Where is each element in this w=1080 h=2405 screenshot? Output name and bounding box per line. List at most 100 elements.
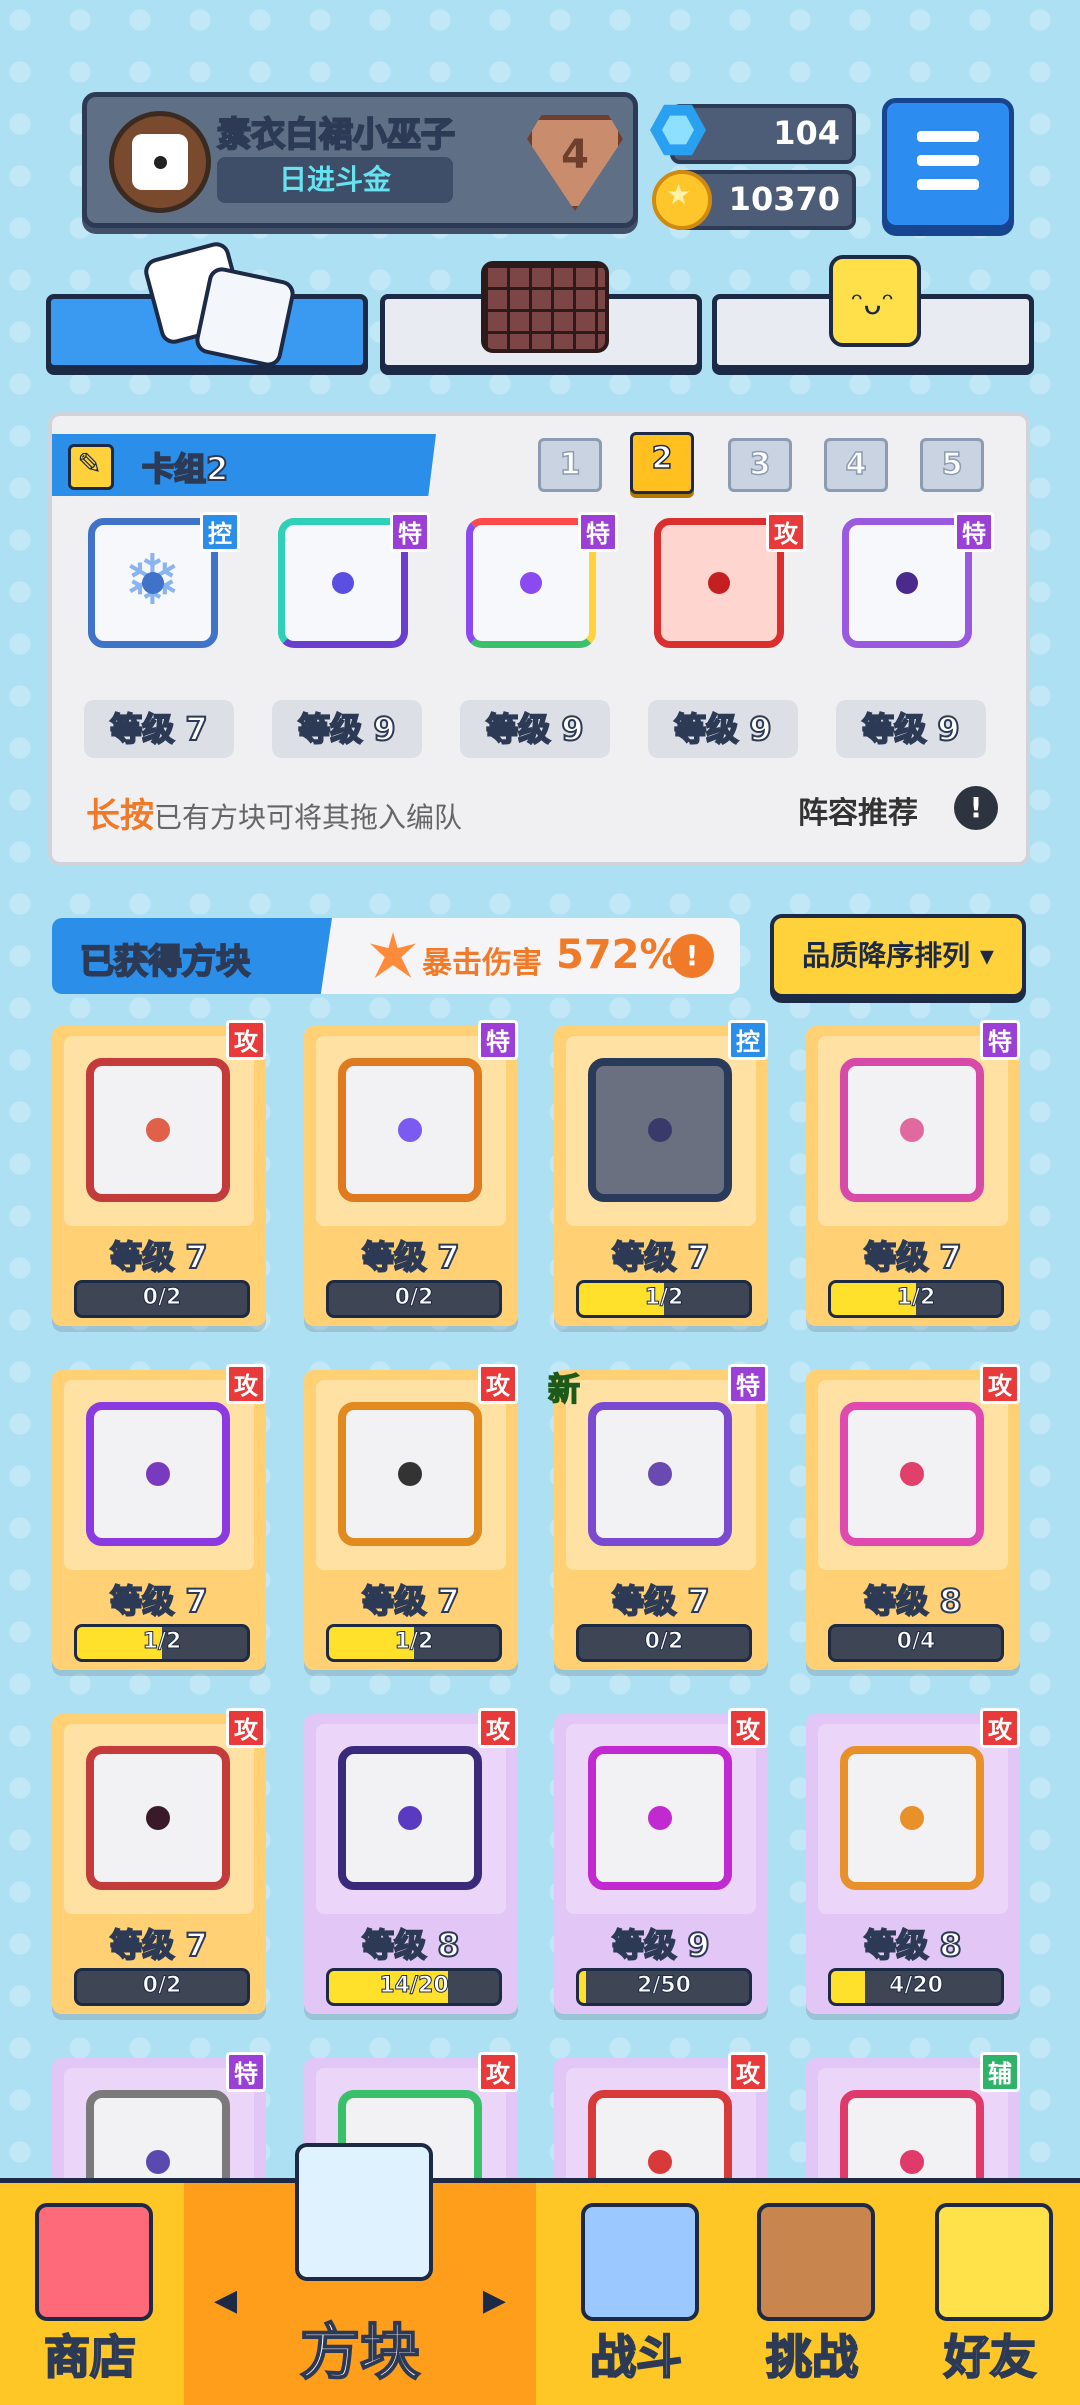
dice-card[interactable]: 特 新等级 7 0/2: [547, 1364, 768, 1670]
tab-skin[interactable]: ᵔᴗᵔ: [712, 255, 1034, 370]
deck-title: 卡组2: [141, 449, 229, 489]
nav-battle[interactable]: 战斗: [548, 2183, 724, 2405]
type-badge: 特: [390, 512, 430, 552]
new-tag: 新: [547, 1369, 581, 1409]
gem-counter: 104: [650, 104, 856, 164]
smiley-icon: ᵔᴗᵔ: [829, 255, 921, 347]
avatar[interactable]: [109, 111, 211, 213]
upgrade-progress-bar: 1/2: [326, 1624, 502, 1662]
dice-card[interactable]: 攻等级 7 1/2: [52, 1364, 266, 1670]
exclamation-icon[interactable]: !: [954, 786, 998, 830]
type-badge: 攻: [478, 1364, 518, 1404]
card-level: 等级 8: [863, 1581, 962, 1621]
type-badge: 攻: [728, 1708, 768, 1748]
progress-text: 0/2: [142, 1973, 182, 1999]
card-level: 等级 7: [611, 1237, 710, 1277]
deck-tab-2[interactable]: 2: [630, 432, 694, 494]
deck-tab-4[interactable]: 4: [824, 438, 888, 492]
tab-dice[interactable]: [46, 239, 368, 370]
dice-card[interactable]: 攻等级 7 0/2: [52, 1020, 266, 1326]
deck-slot-level: 等级 9: [272, 700, 422, 758]
card-level: 等级 7: [109, 1237, 208, 1277]
upgrade-progress-bar: 1/2: [576, 1280, 752, 1318]
deck-slot-level: 等级 9: [836, 700, 986, 758]
progress-text: 0/2: [394, 1285, 434, 1311]
deck-slot[interactable]: 特: [278, 512, 430, 662]
hands-dice-icon: [278, 518, 408, 648]
card-level: 等级 7: [611, 1581, 710, 1621]
dice-card[interactable]: 攻等级 8 4/20: [806, 1708, 1020, 2014]
player-profile[interactable]: 素衣白裙小巫子 日进斗金 4: [82, 92, 638, 228]
dice-card[interactable]: 攻等级 8 0/4: [806, 1364, 1020, 1670]
deck-slot[interactable]: 特: [466, 512, 618, 662]
pencil-icon[interactable]: [68, 444, 114, 490]
type-badge: 攻: [226, 1364, 266, 1404]
fire-dice-icon: [654, 518, 784, 648]
dice-icon: [840, 1402, 984, 1546]
deck-title-tab[interactable]: 卡组2: [52, 434, 436, 496]
dice-icon: [192, 264, 298, 370]
upgrade-progress-bar: 0/2: [74, 1280, 250, 1318]
deck-tab-5[interactable]: 5: [920, 438, 984, 492]
nav-shop[interactable]: 商店: [0, 2183, 180, 2405]
deck-slot[interactable]: 特: [842, 512, 994, 662]
dice-avatar-icon: [132, 134, 188, 190]
burst-icon: [370, 932, 416, 978]
type-badge: 特: [578, 512, 618, 552]
type-badge: 攻: [766, 512, 806, 552]
progress-text: 1/2: [394, 1629, 434, 1655]
upgrade-progress-bar: 0/2: [576, 1624, 752, 1662]
upgrade-progress-bar: 4/20: [828, 1968, 1004, 2006]
type-badge: 控: [728, 1020, 768, 1060]
deck-slot-level: 等级 9: [460, 700, 610, 758]
gem-value: 104: [773, 114, 840, 152]
card-level: 等级 7: [109, 1581, 208, 1621]
dice-card[interactable]: 攻等级 7 0/2: [52, 1708, 266, 2014]
upgrade-progress-bar: 0/2: [326, 1280, 502, 1318]
player-name: 素衣白裙小巫子: [216, 114, 456, 156]
menu-button[interactable]: [882, 98, 1014, 230]
drag-tip: 长按已有方块可将其拖入编队: [86, 796, 463, 836]
dice-card[interactable]: 攻等级 8 14/20: [304, 1708, 518, 2014]
type-badge: 特: [980, 1020, 1020, 1060]
progress-text: 1/2: [644, 1285, 684, 1311]
mystery-dice-icon: [295, 2143, 433, 2281]
card-level: 等级 9: [611, 1925, 710, 1965]
crit-label: 暴击伤害: [422, 946, 542, 981]
dice-icon: [86, 1746, 230, 1890]
type-badge: 攻: [980, 1364, 1020, 1404]
info-icon[interactable]: !: [670, 934, 714, 978]
nav-blocks[interactable]: ◀ ▶ 方块: [184, 2143, 536, 2405]
rank-emblem: 4: [527, 115, 623, 211]
sword-shield-icon: [581, 2203, 699, 2321]
nav-challenge[interactable]: 挑战: [724, 2183, 900, 2405]
dice-card[interactable]: 攻等级 9 2/50: [554, 1708, 768, 2014]
dice-card[interactable]: ✔控等级 7 1/2: [554, 1020, 768, 1326]
nav-friends[interactable]: 好友: [900, 2183, 1080, 2405]
dice-icon: [338, 1746, 482, 1890]
tab-board[interactable]: [380, 261, 702, 370]
friend-dice-icon: [935, 2203, 1053, 2321]
type-badge: 辅: [980, 2052, 1020, 2092]
deck-slot[interactable]: ❄ 控: [88, 512, 240, 662]
dice-icon: [588, 1402, 732, 1546]
crit-value: 572%: [556, 932, 680, 978]
dice-icon: ✔: [588, 1058, 732, 1202]
upgrade-progress-bar: 0/2: [74, 1968, 250, 2006]
player-title: 日进斗金: [217, 157, 453, 203]
board-icon: [481, 261, 609, 353]
deck-slot[interactable]: 攻: [654, 512, 806, 662]
dice-card[interactable]: 攻等级 7 1/2: [304, 1364, 518, 1670]
type-badge: 特: [728, 1364, 768, 1404]
deck-tab-1[interactable]: 1: [538, 438, 602, 492]
upgrade-progress-bar: 0/4: [828, 1624, 1004, 1662]
dice-card[interactable]: 特等级 7 0/2: [304, 1020, 518, 1326]
type-badge: 攻: [478, 2052, 518, 2092]
deck-slot-level: 等级 7: [84, 700, 234, 758]
card-level: 等级 7: [361, 1581, 460, 1621]
lineup-recommend-button[interactable]: 阵容推荐: [798, 788, 918, 832]
dice-card[interactable]: 特等级 7 1/2: [806, 1020, 1020, 1326]
dice-icon: [338, 1058, 482, 1202]
sort-button[interactable]: 品质降序排列 ▾: [770, 914, 1026, 998]
deck-tab-3[interactable]: 3: [728, 438, 792, 492]
